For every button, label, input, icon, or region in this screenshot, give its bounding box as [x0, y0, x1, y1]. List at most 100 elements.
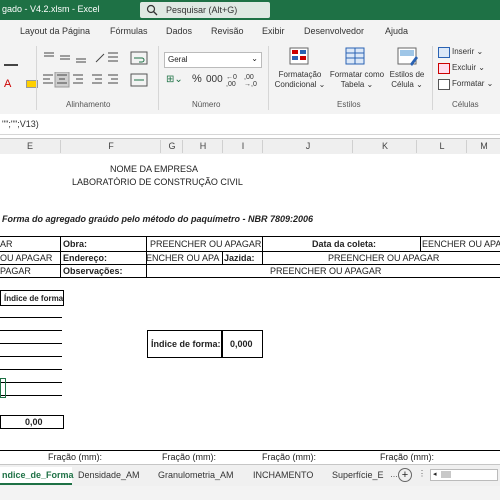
obra-label: Obra:: [63, 239, 88, 249]
insert-icon[interactable]: [438, 47, 450, 58]
left-fill-3[interactable]: PAGAR: [0, 266, 31, 277]
tab-granulometria[interactable]: Granulometria_AM: [158, 467, 234, 483]
column-header-e[interactable]: E: [0, 140, 60, 153]
number-format-select[interactable]: Geral ⌄: [164, 52, 262, 68]
fracao-4: Fração (mm):: [380, 452, 434, 462]
menu-exibir[interactable]: Exibir: [262, 26, 285, 36]
endereco-value[interactable]: ENCHER OU APA: [146, 253, 222, 264]
add-sheet-icon[interactable]: +: [398, 468, 412, 482]
column-header-f[interactable]: F: [60, 140, 161, 153]
column-header-m[interactable]: M: [466, 140, 500, 153]
tab-scroll-more-icon[interactable]: …: [390, 467, 398, 483]
column-header-l[interactable]: L: [416, 140, 467, 153]
sheet-tab-bar: ndice_de_Forma Densidade_AM Granulometri…: [0, 464, 500, 487]
borders-icon[interactable]: [4, 50, 18, 66]
search-icon: [146, 4, 158, 16]
group-alinhamento: Alinhamento: [66, 100, 111, 109]
conditional-format-line1: Formatação: [278, 70, 322, 79]
menu-revisao[interactable]: Revisão: [211, 26, 244, 36]
cell-styles-line2: Célula ⌄: [391, 80, 423, 89]
vertical-align-icons[interactable]: [42, 50, 122, 66]
tab-inchamento[interactable]: INCHAMENTO: [253, 467, 313, 483]
cell-styles-icon[interactable]: [396, 46, 420, 68]
formula-bar[interactable]: "";"";V13): [0, 114, 500, 135]
percent-icon[interactable]: %: [192, 73, 202, 85]
obra-value[interactable]: PREENCHER OU APAGAR: [150, 239, 261, 250]
fracao-3: Fração (mm):: [262, 452, 316, 462]
jazida-value[interactable]: PREENCHER OU APAGAR: [328, 253, 439, 264]
menu-dados[interactable]: Dados: [166, 26, 192, 36]
selected-cell[interactable]: [0, 378, 6, 398]
menu-bar: Layout da Página Fórmulas Dados Revisão …: [0, 20, 500, 42]
total-box: 0,00: [0, 415, 64, 429]
menu-layout[interactable]: Layout da Página: [20, 26, 90, 36]
tab-indice-de-forma[interactable]: ndice_de_Forma: [0, 467, 74, 485]
column-header-j[interactable]: J: [262, 140, 353, 153]
search-box[interactable]: Pesquisar (Alt+G): [140, 2, 270, 18]
increase-decimal-icon[interactable]: ←0,00: [226, 74, 237, 88]
format-table-icon[interactable]: [344, 46, 368, 68]
title-bar: gado - V4.2.xlsm - Excel Pesquisar (Alt+…: [0, 0, 500, 20]
decrease-decimal-icon[interactable]: ,00 →,0: [244, 74, 257, 88]
horizontal-scrollbar[interactable]: ◂: [430, 469, 498, 481]
format-cells-button[interactable]: Formatar ⌄: [452, 79, 493, 89]
lab-name: LABORATÓRIO DE CONSTRUÇÃO CIVIL: [72, 177, 243, 187]
indice-label-box: Índice de forma:: [147, 330, 223, 358]
data-coleta-value[interactable]: EENCHER OU APA: [422, 239, 500, 250]
indice-value-box[interactable]: 0,000: [221, 330, 263, 358]
scroll-left-icon[interactable]: ◂: [433, 470, 437, 478]
total-value: 0,00: [25, 417, 43, 427]
jazida-label: Jazida:: [224, 253, 255, 263]
conditional-format-line2: Condicional ⌄: [274, 80, 326, 89]
chevron-down-icon: ⌄: [251, 54, 258, 63]
ribbon: A Alinhamento Geral ⌄ ⊞⌄ % 000 ←0 ,00 ,0…: [0, 42, 500, 115]
column-header-h[interactable]: H: [182, 140, 223, 153]
endereco-label: Endereço:: [63, 253, 108, 263]
indice-value: 0,000: [230, 339, 253, 349]
left-fill-2[interactable]: OU APAGAR: [0, 253, 52, 264]
indice-header: Índice de forma: [4, 294, 64, 303]
conditional-format-label[interactable]: Formatação Condicional ⌄: [272, 70, 328, 90]
cell-styles-line1: Estilos de: [389, 70, 425, 79]
wrap-merge-icons[interactable]: [128, 48, 152, 92]
observacoes-value[interactable]: PREENCHER OU APAGAR: [270, 266, 381, 277]
menu-formulas[interactable]: Fórmulas: [110, 26, 148, 36]
menu-desenvolvedor[interactable]: Desenvolvedor: [304, 26, 364, 36]
worksheet[interactable]: NOME DA EMPRESA LABORATÓRIO DE CONSTRUÇÃ…: [0, 154, 500, 464]
group-numero: Número: [192, 100, 221, 109]
thousands-separator-icon[interactable]: 000: [206, 74, 223, 85]
conditional-format-icon[interactable]: [288, 46, 312, 68]
company-name: NOME DA EMPRESA: [110, 164, 199, 174]
indice-header-box: Índice de forma: [0, 290, 64, 306]
group-celulas: Células: [452, 100, 479, 109]
fracao-1: Fração (mm):: [48, 452, 102, 462]
column-header-g[interactable]: G: [160, 140, 183, 153]
data-coleta-label: Data da coleta:: [312, 239, 377, 249]
tab-densidade[interactable]: Densidade_AM: [78, 467, 140, 483]
insert-button[interactable]: Inserir ⌄: [452, 47, 483, 57]
delete-icon[interactable]: [438, 63, 450, 74]
currency-icon[interactable]: ⊞⌄: [166, 74, 183, 85]
horizontal-align-icons[interactable]: [42, 72, 142, 88]
column-header-k[interactable]: K: [352, 140, 417, 153]
form-title: Forma do agregado graúdo pelo método do …: [2, 214, 314, 224]
window-title: gado - V4.2.xlsm - Excel: [2, 4, 100, 14]
left-fill-1[interactable]: AR: [0, 239, 13, 250]
menu-ajuda[interactable]: Ajuda: [385, 26, 408, 36]
scroll-thumb[interactable]: [441, 471, 451, 478]
search-placeholder: Pesquisar (Alt+G): [166, 5, 238, 15]
font-color-icon[interactable]: A: [4, 78, 11, 90]
number-format-value: Geral: [168, 55, 188, 64]
indice-label: Índice de forma:: [151, 339, 221, 349]
format-table-label[interactable]: Formatar como Tabela ⌄: [326, 70, 388, 90]
column-header-i[interactable]: I: [222, 140, 263, 153]
cell-styles-label[interactable]: Estilos de Célula ⌄: [384, 70, 430, 90]
tab-superficie[interactable]: Superfície_E: [332, 467, 388, 483]
fracao-2: Fração (mm):: [162, 452, 216, 462]
more-options-icon[interactable]: ⋮: [418, 469, 426, 478]
formula-text[interactable]: "";"";V13): [2, 119, 39, 129]
format-table-line1: Formatar como: [329, 70, 385, 79]
status-bar: [0, 486, 500, 500]
format-cells-icon[interactable]: [438, 79, 450, 90]
delete-button[interactable]: Excluir ⌄: [452, 63, 485, 73]
